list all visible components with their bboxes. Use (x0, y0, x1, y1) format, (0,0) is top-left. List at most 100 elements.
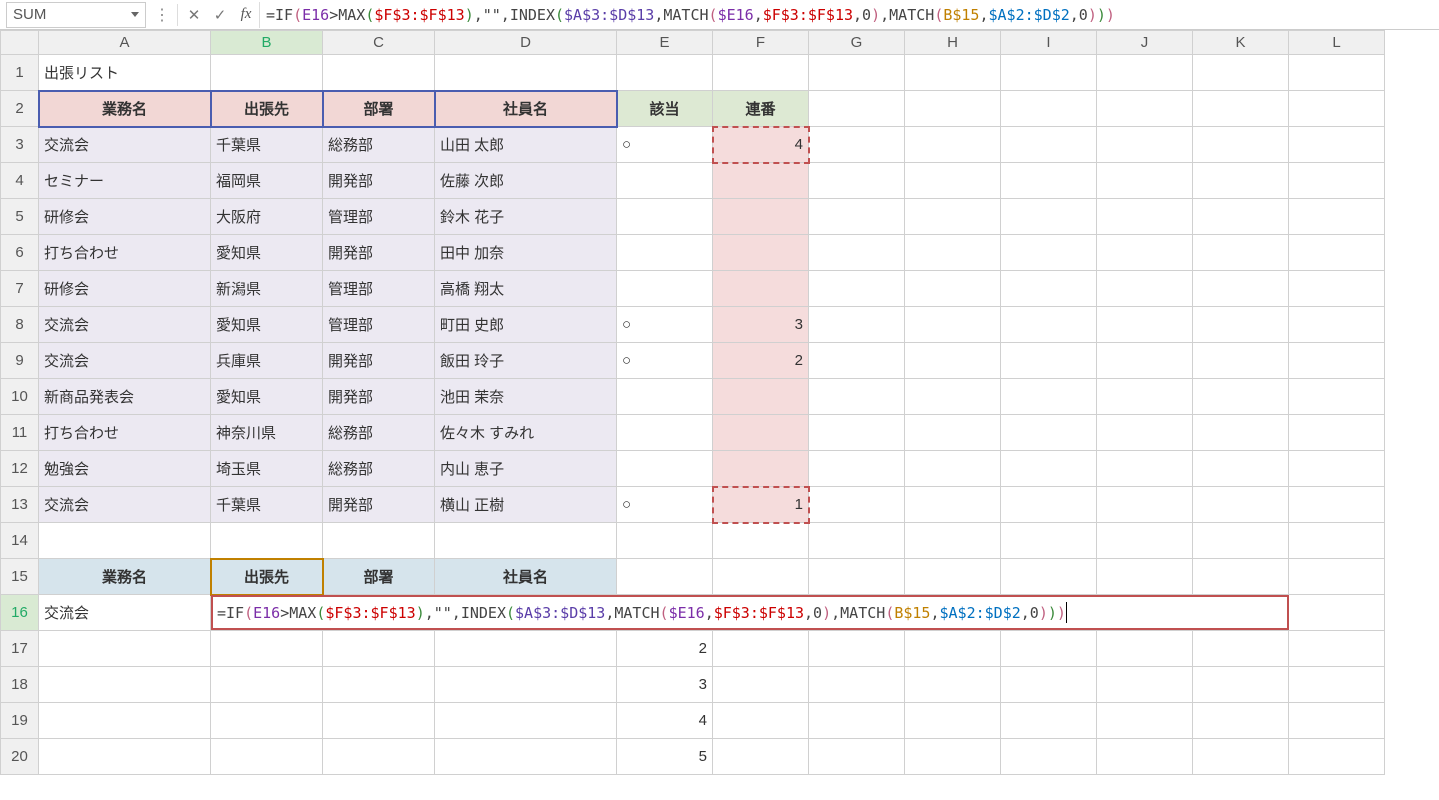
cell[interactable] (211, 523, 323, 559)
cell-B5[interactable]: 大阪府 (211, 199, 323, 235)
cell[interactable] (713, 739, 809, 775)
cell[interactable] (1097, 271, 1193, 307)
cell-F10[interactable] (713, 379, 809, 415)
row-header-5[interactable]: 5 (1, 199, 39, 235)
col-header-L[interactable]: L (1289, 31, 1385, 55)
cell[interactable] (1289, 55, 1385, 91)
cell[interactable] (1097, 91, 1193, 127)
cell[interactable] (435, 55, 617, 91)
cell-E19[interactable]: 4 (617, 703, 713, 739)
cell[interactable] (1001, 91, 1097, 127)
row-header-12[interactable]: 12 (1, 451, 39, 487)
cell[interactable] (713, 559, 809, 595)
cell[interactable] (1001, 379, 1097, 415)
cell-E8[interactable]: ○ (617, 307, 713, 343)
cell[interactable] (1193, 271, 1289, 307)
cell[interactable] (1001, 199, 1097, 235)
cell-B15[interactable]: 出張先 (211, 559, 323, 595)
cell[interactable] (1193, 523, 1289, 559)
row-header-3[interactable]: 3 (1, 127, 39, 163)
cancel-icon[interactable]: ✕ (181, 2, 207, 28)
cell[interactable] (1001, 703, 1097, 739)
cell[interactable] (1289, 127, 1385, 163)
cell[interactable] (1193, 91, 1289, 127)
cell-E17[interactable]: 2 (617, 631, 713, 667)
cell-F6[interactable] (713, 235, 809, 271)
cell-A16[interactable]: 交流会 (39, 595, 211, 631)
cell[interactable] (1289, 451, 1385, 487)
cell[interactable] (1289, 343, 1385, 379)
row-header-8[interactable]: 8 (1, 307, 39, 343)
cell-E6[interactable] (617, 235, 713, 271)
cell-F2[interactable]: 連番 (713, 91, 809, 127)
cell[interactable] (905, 631, 1001, 667)
cell[interactable] (905, 127, 1001, 163)
row-header-4[interactable]: 4 (1, 163, 39, 199)
cell-B3[interactable]: 千葉県 (211, 127, 323, 163)
row-header-18[interactable]: 18 (1, 667, 39, 703)
cell[interactable] (1289, 163, 1385, 199)
row-header-15[interactable]: 15 (1, 559, 39, 595)
cell-A8[interactable]: 交流会 (39, 307, 211, 343)
cell-B2[interactable]: 出張先 (211, 91, 323, 127)
cell-F11[interactable] (713, 415, 809, 451)
cell-B4[interactable]: 福岡県 (211, 163, 323, 199)
cell-D10[interactable]: 池田 茉奈 (435, 379, 617, 415)
cell[interactable] (617, 55, 713, 91)
cell-A13[interactable]: 交流会 (39, 487, 211, 523)
cell[interactable] (1289, 559, 1385, 595)
cell-A2[interactable]: 業務名 (39, 91, 211, 127)
cell[interactable] (905, 739, 1001, 775)
cell[interactable] (809, 667, 905, 703)
cell[interactable] (809, 379, 905, 415)
cell[interactable] (1097, 523, 1193, 559)
cell[interactable] (211, 631, 323, 667)
cell[interactable] (617, 559, 713, 595)
cell[interactable] (905, 667, 1001, 703)
row-header-14[interactable]: 14 (1, 523, 39, 559)
cell[interactable] (1289, 667, 1385, 703)
cell-A3[interactable]: 交流会 (39, 127, 211, 163)
cell[interactable] (1097, 55, 1193, 91)
cell-D13[interactable]: 横山 正樹 (435, 487, 617, 523)
cell-A9[interactable]: 交流会 (39, 343, 211, 379)
cell[interactable] (1193, 163, 1289, 199)
cell[interactable] (323, 631, 435, 667)
cell[interactable] (435, 523, 617, 559)
cell[interactable] (713, 631, 809, 667)
cell[interactable] (809, 271, 905, 307)
cell[interactable] (1193, 55, 1289, 91)
cell-C5[interactable]: 管理部 (323, 199, 435, 235)
spreadsheet-grid[interactable]: A B C D E F G H I J K L 1出張リスト2 業務名 出張先 … (0, 30, 1439, 775)
col-header-K[interactable]: K (1193, 31, 1289, 55)
cell-C13[interactable]: 開発部 (323, 487, 435, 523)
cell-C6[interactable]: 開発部 (323, 235, 435, 271)
cell-B13[interactable]: 千葉県 (211, 487, 323, 523)
cell[interactable] (713, 667, 809, 703)
cell-D15[interactable]: 社員名 (435, 559, 617, 595)
cell[interactable] (905, 235, 1001, 271)
cell[interactable] (1193, 127, 1289, 163)
cell-E3[interactable]: ○ (617, 127, 713, 163)
cell[interactable] (809, 55, 905, 91)
cell[interactable] (1097, 379, 1193, 415)
col-header-G[interactable]: G (809, 31, 905, 55)
cell[interactable] (1193, 415, 1289, 451)
cell[interactable] (39, 631, 211, 667)
cell[interactable] (809, 163, 905, 199)
cell[interactable] (809, 703, 905, 739)
cell-B11[interactable]: 神奈川県 (211, 415, 323, 451)
cell[interactable] (1193, 703, 1289, 739)
cell-B8[interactable]: 愛知県 (211, 307, 323, 343)
cell[interactable] (1289, 91, 1385, 127)
cell[interactable] (1289, 235, 1385, 271)
cell[interactable] (211, 739, 323, 775)
cell[interactable] (1001, 739, 1097, 775)
cell-D2[interactable]: 社員名 (435, 91, 617, 127)
cell-F12[interactable] (713, 451, 809, 487)
cell-E7[interactable] (617, 271, 713, 307)
row-header-6[interactable]: 6 (1, 235, 39, 271)
cell-C8[interactable]: 管理部 (323, 307, 435, 343)
cell[interactable] (809, 235, 905, 271)
cell[interactable] (1097, 703, 1193, 739)
